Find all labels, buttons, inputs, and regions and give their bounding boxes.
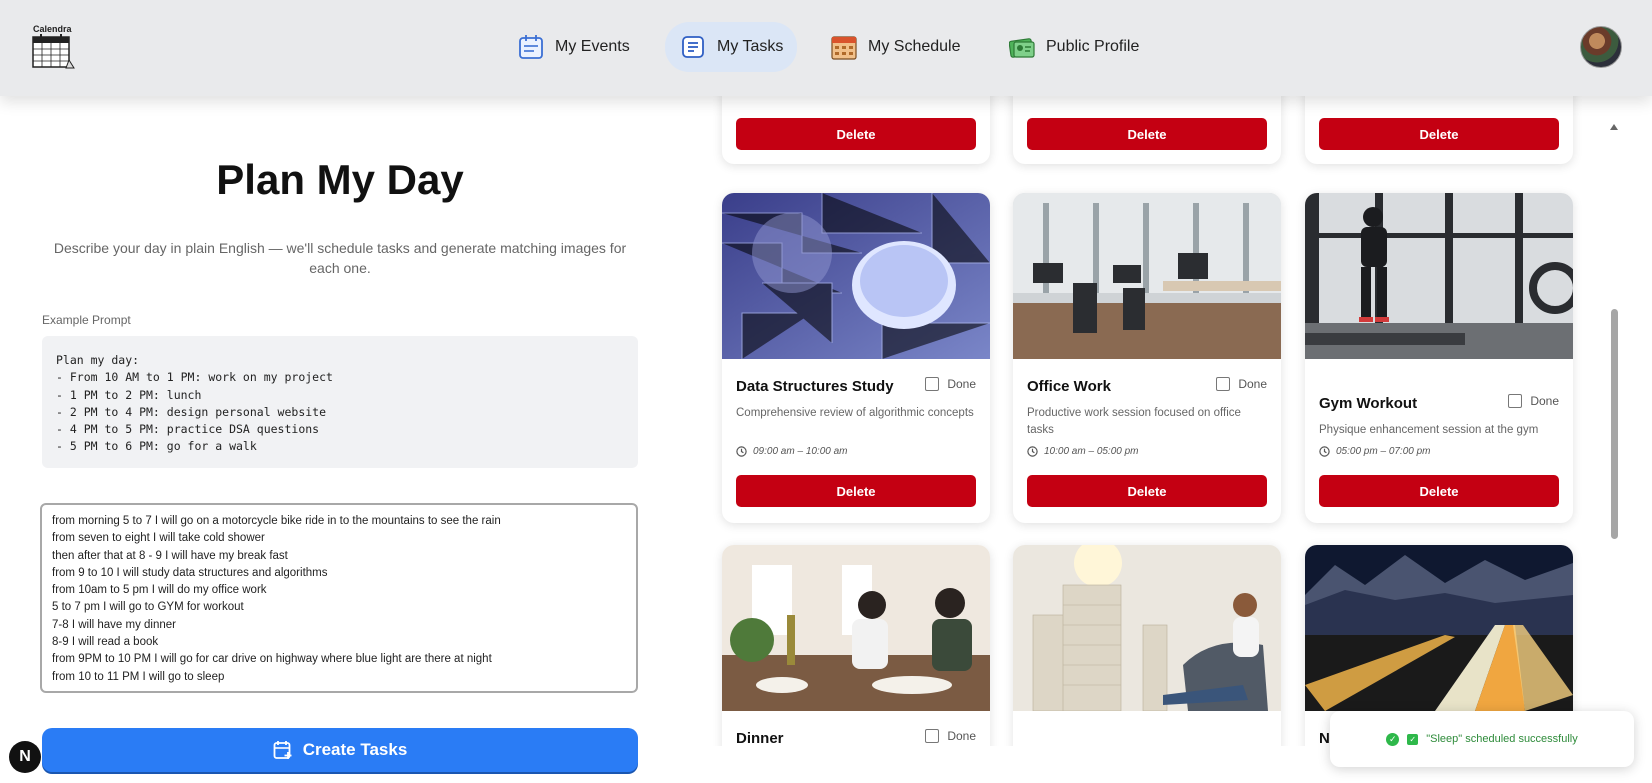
clock-icon <box>1027 446 1038 457</box>
schedule-calendar-icon <box>830 33 858 61</box>
example-line: - From 10 AM to 1 PM: work on my project <box>56 370 333 385</box>
notes-icon <box>679 33 707 61</box>
done-label: Done <box>947 729 976 743</box>
night-highway-image <box>1305 545 1573 711</box>
nav-label: My Tasks <box>717 38 784 55</box>
done-label: Done <box>1238 377 1267 391</box>
task-card-gym-workout: Gym Workout Done Physique enhancement se… <box>1305 193 1573 523</box>
done-toggle[interactable]: Done <box>925 377 976 391</box>
task-title: Data Structures Study <box>736 378 894 395</box>
nav-my-events[interactable]: My Events <box>503 22 644 72</box>
done-checkbox[interactable] <box>1216 377 1231 391</box>
textarea-line: 8-9 I will read a book <box>52 636 159 649</box>
done-toggle[interactable]: Done <box>1216 377 1267 391</box>
clock-icon <box>736 446 747 457</box>
gym-image <box>1305 193 1573 359</box>
page-title: Plan My Day <box>216 156 464 203</box>
task-time: 05:00 pm – 07:00 pm <box>1319 446 1431 457</box>
textarea-line: from 10am to 5 pm I will do my office wo… <box>52 584 267 597</box>
task-description: Productive work session focused on offic… <box>1027 407 1241 436</box>
task-time: 09:00 am – 10:00 am <box>736 446 848 457</box>
task-card-office-work: Office Work Done Productive work session… <box>1013 193 1281 523</box>
checkbox-check-icon: ✓ <box>1407 733 1419 745</box>
task-card: Delete <box>722 96 990 164</box>
task-card: Delete <box>1013 96 1281 164</box>
example-line: - 1 PM to 2 PM: lunch <box>56 387 202 402</box>
profile-card-icon <box>1008 33 1036 61</box>
textarea-line: 5 to 7 pm I will go to GYM for workout <box>52 601 244 614</box>
example-line: - 4 PM to 5 PM: practice DSA questions <box>56 422 320 437</box>
task-card-dinner: Dinner Done <box>722 545 990 746</box>
create-tasks-button[interactable]: Create Tasks <box>42 728 638 772</box>
success-toast: ✓ ✓ "Sleep" scheduled successfully <box>1330 711 1634 767</box>
dinner-table-image <box>722 545 990 711</box>
textarea-line: then after that at 8 - 9 I will have my … <box>52 549 288 562</box>
success-circle-icon: ✓ <box>1386 732 1400 746</box>
dev-tools-badge[interactable]: N <box>9 741 41 773</box>
top-navbar: Calendra My Events My Tasks My Schedule <box>0 0 1652 96</box>
day-description-textarea[interactable]: from morning 5 to 7 I will go on a motor… <box>40 503 638 693</box>
task-description: Comprehensive review of algorithmic conc… <box>736 407 974 419</box>
task-card-data-structures: Data Structures Study Done Comprehensive… <box>722 193 990 523</box>
task-title: Office Work <box>1027 378 1111 395</box>
task-card: Delete <box>1305 96 1573 164</box>
done-checkbox[interactable] <box>925 377 940 391</box>
scroll-up-arrow[interactable] <box>1610 124 1618 130</box>
calendar-plus-icon <box>273 741 292 759</box>
done-toggle[interactable]: Done <box>925 729 976 743</box>
delete-button[interactable]: Delete <box>1319 118 1559 150</box>
calendar-logo-icon <box>32 34 75 69</box>
task-description: Physique enhancement session at the gym <box>1319 424 1539 436</box>
task-card-reading <box>1013 545 1281 746</box>
done-label: Done <box>947 377 976 391</box>
done-checkbox[interactable] <box>1508 394 1523 408</box>
nav-my-tasks[interactable]: My Tasks <box>665 22 798 72</box>
done-toggle[interactable]: Done <box>1508 394 1559 408</box>
page-subtitle: Describe your day in plain English — we'… <box>53 240 627 276</box>
task-card-grid: Delete Delete Delete Data Structures Stu… <box>690 96 1620 746</box>
delete-button[interactable]: Delete <box>1027 475 1267 507</box>
done-checkbox[interactable] <box>925 729 940 743</box>
task-time-text: 09:00 am – 10:00 am <box>753 446 848 457</box>
delete-button[interactable]: Delete <box>1319 475 1559 507</box>
delete-button[interactable]: Delete <box>1027 118 1267 150</box>
task-time-text: 10:00 am – 05:00 pm <box>1044 446 1139 457</box>
task-time-text: 05:00 pm – 07:00 pm <box>1336 446 1431 457</box>
example-prompt-label: Example Prompt <box>42 313 131 327</box>
done-label: Done <box>1530 394 1559 408</box>
nav-label: My Events <box>555 38 630 55</box>
delete-button[interactable]: Delete <box>736 118 976 150</box>
office-room-image <box>1013 193 1281 359</box>
calendar-list-icon <box>517 33 545 61</box>
delete-button[interactable]: Delete <box>736 475 976 507</box>
user-avatar[interactable] <box>1580 26 1622 68</box>
textarea-line: from 10 to 11 PM I will go to sleep <box>52 670 225 683</box>
textarea-line: from morning 5 to 7 I will go on a motor… <box>52 515 501 527</box>
textarea-line: 7-8 I will have my dinner <box>52 618 176 631</box>
reading-books-image <box>1013 545 1281 711</box>
task-title: Dinner <box>736 730 784 746</box>
task-time: 10:00 am – 05:00 pm <box>1027 446 1139 457</box>
task-title: Gym Workout <box>1319 395 1418 412</box>
example-line: - 2 PM to 4 PM: design personal website <box>56 404 327 419</box>
nav-my-schedule[interactable]: My Schedule <box>816 22 975 72</box>
clock-icon <box>1319 446 1330 457</box>
example-prompt-box: Plan my day: - From 10 AM to 1 PM: work … <box>42 336 638 468</box>
nav-label: Public Profile <box>1046 38 1140 55</box>
textarea-line: from 9PM to 10 PM I will go for car driv… <box>52 653 492 666</box>
circuit-chip-image <box>722 193 990 359</box>
example-line: Plan my day: <box>56 353 140 367</box>
calendra-logo[interactable]: Calendra <box>30 24 80 72</box>
nav-label: My Schedule <box>868 38 961 55</box>
scrollbar-thumb[interactable] <box>1611 309 1618 539</box>
toast-message: "Sleep" scheduled successfully <box>1426 733 1578 745</box>
nav-public-profile[interactable]: Public Profile <box>994 22 1153 72</box>
example-line: - 5 PM to 6 PM: go for a walk <box>56 439 257 454</box>
textarea-line: from 9 to 10 I will study data structure… <box>52 566 328 579</box>
create-tasks-label: Create Tasks <box>302 740 408 759</box>
textarea-line: from seven to eight I will take cold sho… <box>52 532 265 545</box>
task-title: N <box>1319 730 1330 746</box>
